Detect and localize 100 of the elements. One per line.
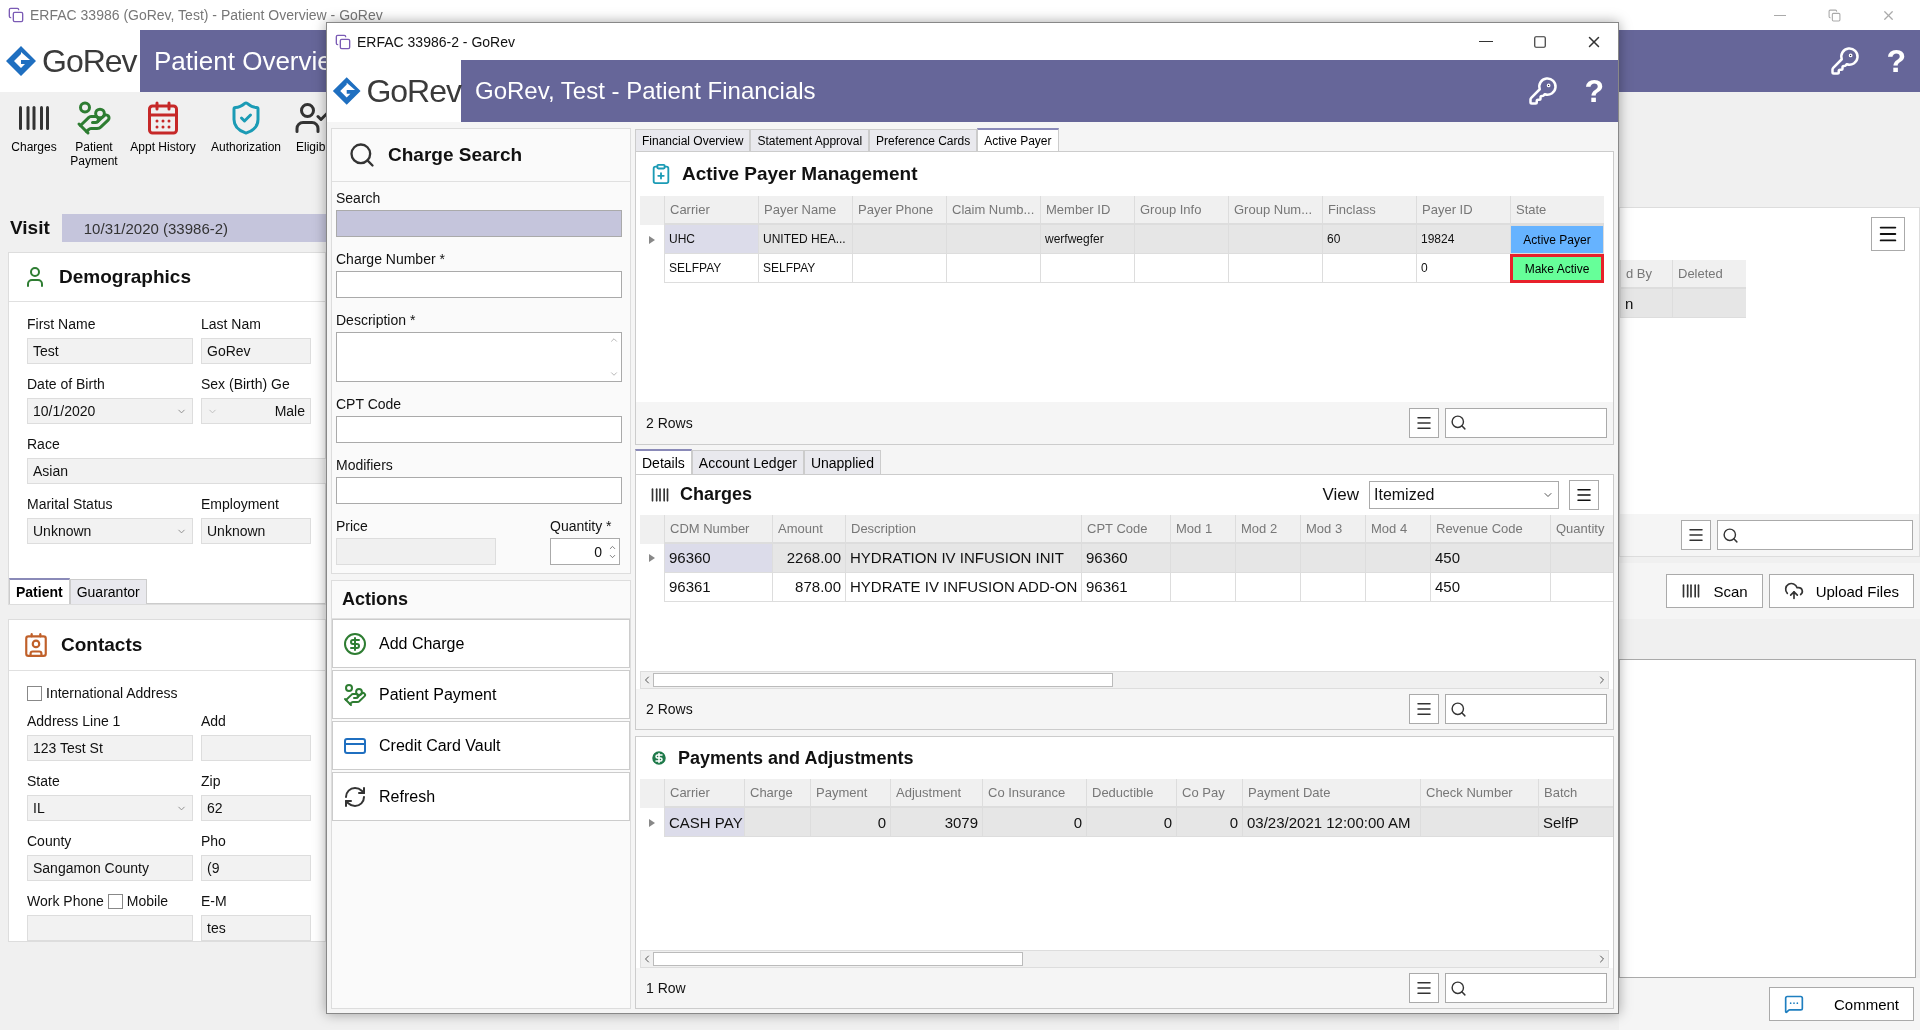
dropdown-field[interactable]: 10/1/2020	[27, 398, 193, 424]
tab[interactable]: Statement Approval	[750, 129, 870, 152]
column-header[interactable]: Batch	[1538, 779, 1613, 809]
checkbox[interactable]	[107, 893, 123, 909]
column-header[interactable]: Payer Name	[758, 196, 852, 225]
scrollbar-thumb[interactable]	[653, 952, 1023, 966]
column-header[interactable]: Check Number	[1420, 779, 1538, 809]
table-row[interactable]: SELFPAY SELFPAY 0 Make Active	[640, 254, 1613, 283]
column-header[interactable]: Group Info	[1134, 196, 1228, 225]
table-row[interactable]: CASH PAY 0 3079 0 0 0 03/23/2021 12:00:00 AM SelfP	[640, 808, 1613, 838]
column-header[interactable]: Mod 2	[1235, 514, 1300, 544]
action-button[interactable]: Scan	[1666, 574, 1763, 608]
toolbar-button[interactable]: Appt History	[126, 100, 200, 196]
column-header[interactable]: CPT Code	[1081, 514, 1170, 544]
input-field[interactable]: Test	[27, 338, 193, 364]
action-button[interactable]: Add Charge	[332, 619, 630, 668]
column-header[interactable]: Mod 1	[1170, 514, 1235, 544]
action-button[interactable]: Refresh	[332, 772, 630, 821]
state-button[interactable]: Active Payer	[1510, 225, 1604, 254]
menu-button[interactable]	[1409, 973, 1439, 1003]
horizontal-scrollbar[interactable]	[640, 950, 1609, 968]
action-button[interactable]: Patient Payment	[332, 670, 630, 719]
column-header[interactable]: Carrier	[664, 779, 744, 809]
tab[interactable]: Details	[635, 448, 692, 475]
column-header[interactable]: Co Insurance	[982, 779, 1086, 809]
input-field[interactable]: Unknown	[201, 518, 311, 544]
toolbar-button[interactable]: Patient Payment	[66, 100, 122, 196]
menu-button[interactable]	[1409, 407, 1439, 438]
dropdown-field[interactable]: Male	[201, 398, 311, 424]
column-header[interactable]: Payment Date	[1242, 779, 1420, 809]
search-field[interactable]	[1717, 520, 1913, 550]
view-dropdown[interactable]: Itemized	[1369, 480, 1559, 509]
input-field[interactable]: 123 Test St	[27, 735, 193, 761]
input-field[interactable]	[336, 271, 622, 298]
input-field[interactable]: Asian	[27, 458, 326, 484]
column-header[interactable]: Quantity	[1550, 514, 1613, 544]
column-header[interactable]: Charge	[744, 779, 810, 809]
number-field[interactable]: 0	[550, 538, 620, 565]
help-button[interactable]: ?	[1584, 72, 1604, 110]
column-header[interactable]: State	[1510, 196, 1604, 225]
search-field[interactable]	[336, 210, 622, 237]
state-button[interactable]: Make Active	[1510, 254, 1604, 283]
column-header[interactable]: Payment	[810, 779, 890, 809]
column-header[interactable]: Member ID	[1040, 196, 1134, 225]
column-header[interactable]: Deductible	[1086, 779, 1176, 809]
menu-button[interactable]	[1681, 520, 1711, 550]
toolbar-button[interactable]: Charges	[6, 100, 62, 196]
column-header[interactable]: Mod 3	[1300, 514, 1365, 544]
column-header[interactable]: Carrier	[664, 196, 758, 225]
search-field[interactable]	[1445, 694, 1607, 725]
input-field[interactable]: (9	[201, 855, 311, 881]
table-row[interactable]: 96361 878.00 HYDRATE IV INFUSION ADD-ON 96361 450	[640, 572, 1613, 602]
column-header[interactable]: CDM Number	[664, 514, 772, 544]
menu-button[interactable]	[1409, 694, 1439, 725]
table-row[interactable]: UHC UNITED HEA... werfwegfer 60 19824 Active Payer	[640, 225, 1613, 254]
toolbar-button[interactable]: Authorization	[204, 100, 288, 196]
column-header[interactable]: Claim Numb...	[946, 196, 1040, 225]
input-field[interactable]	[336, 477, 622, 504]
input-field[interactable]: tes	[201, 915, 311, 941]
comment-button[interactable]: Comment	[1768, 987, 1914, 1021]
horizontal-scrollbar[interactable]	[640, 671, 1609, 690]
column-header[interactable]: Description	[845, 514, 1081, 544]
tab[interactable]: Preference Cards	[869, 129, 978, 152]
action-button[interactable]: Upload Files	[1768, 574, 1914, 608]
column-header[interactable]: Payer ID	[1416, 196, 1510, 225]
column-header[interactable]: Payer Phone	[852, 196, 946, 225]
column-header[interactable]: Revenue Code	[1430, 514, 1550, 544]
input-field[interactable]: GoRev	[201, 338, 311, 364]
scrollbar-thumb[interactable]	[653, 673, 1113, 688]
keys-icon[interactable]	[1528, 76, 1559, 106]
column-header[interactable]: d By	[1620, 260, 1672, 289]
tab[interactable]: Guarantor	[69, 579, 147, 604]
column-header[interactable]: Finclass	[1322, 196, 1416, 225]
input-field[interactable]	[336, 416, 622, 443]
tab[interactable]: Active Payer	[977, 128, 1059, 152]
tab[interactable]: Financial Overview	[635, 129, 751, 152]
visit-dropdown[interactable]: 10/31/2020 (33986-2)	[61, 214, 326, 242]
input-field[interactable]: Sangamon County	[27, 855, 193, 881]
column-header[interactable]: Co Pay	[1176, 779, 1242, 809]
column-header[interactable]: Amount	[772, 514, 845, 544]
checkbox[interactable]	[27, 685, 42, 701]
menu-button[interactable]	[1871, 217, 1905, 251]
column-header[interactable]: Mod 4	[1365, 514, 1430, 544]
menu-button[interactable]	[1569, 479, 1599, 510]
column-header[interactable]: Adjustment	[890, 779, 982, 809]
help-button[interactable]: ?	[1886, 42, 1906, 80]
table-row[interactable]: 96360 2268.00 HYDRATION IV INFUSION INIT 96360 450	[640, 543, 1613, 573]
tab[interactable]: Patient	[9, 578, 70, 604]
dropdown-field[interactable]: Unknown	[27, 518, 193, 544]
tab[interactable]: Unapplied	[803, 449, 881, 475]
dropdown-field[interactable]: IL	[27, 795, 193, 821]
tab[interactable]: Account Ledger	[691, 449, 804, 475]
column-header[interactable]: Deleted	[1672, 260, 1746, 289]
search-field[interactable]	[1445, 407, 1607, 438]
search-field[interactable]	[1445, 973, 1607, 1003]
text-area[interactable]	[336, 332, 622, 382]
keys-icon[interactable]	[1830, 46, 1861, 76]
input-field[interactable]: 62	[201, 795, 311, 821]
column-header[interactable]: Group Num...	[1228, 196, 1322, 225]
action-button[interactable]: Credit Card Vault	[332, 721, 630, 770]
